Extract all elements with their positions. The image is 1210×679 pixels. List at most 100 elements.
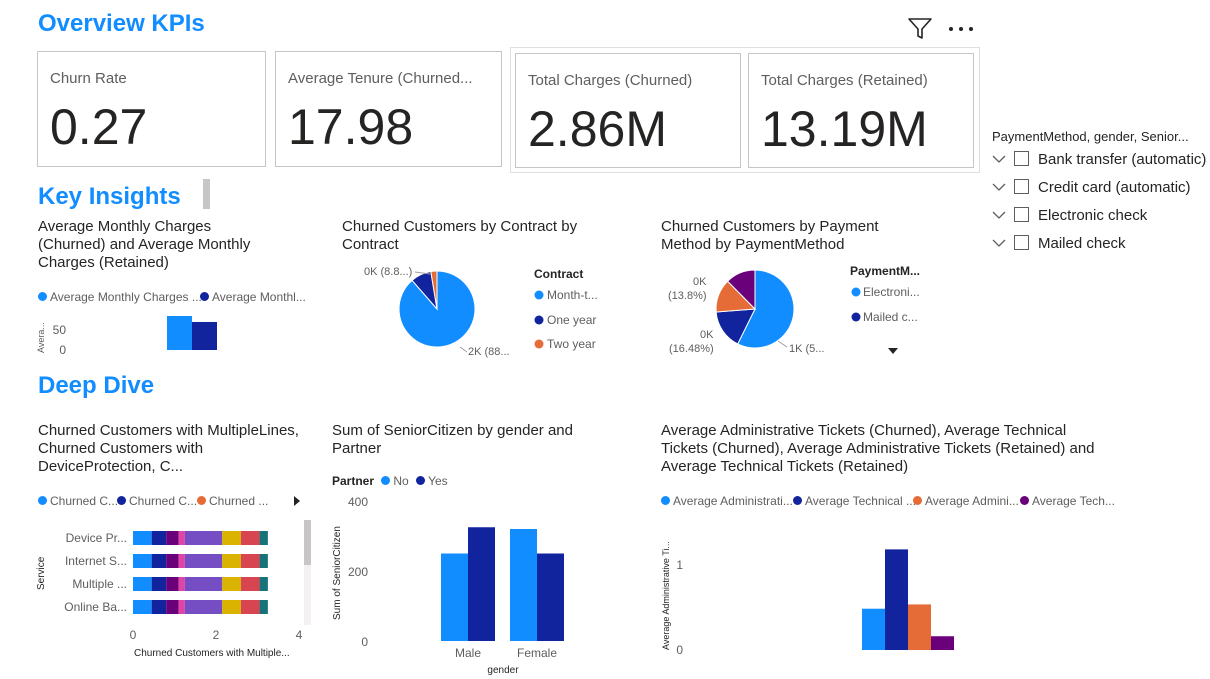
slicer-item-label: Bank transfer (automatic): [1038, 151, 1207, 168]
data-label: (16.48%): [669, 343, 714, 355]
slicer-item-label: Credit card (automatic): [1038, 179, 1191, 196]
slicer-item-bank-transfer[interactable]: Bank transfer (automatic): [992, 151, 1206, 168]
bar-segment: [133, 554, 152, 568]
bar-segment: [240, 577, 260, 591]
kpi-card-total-charges-retained[interactable]: Total Charges (Retained) 13.19M: [748, 53, 974, 168]
checkbox[interactable]: [1014, 179, 1029, 194]
x-axis-label: Churned Customers with Multiple...: [134, 648, 290, 659]
kpi-value: 0.27: [50, 99, 148, 155]
y-axis-label: Sum of SeniorCitizen: [332, 526, 343, 620]
slicer-item-electronic-check[interactable]: Electronic check: [992, 207, 1147, 224]
data-label: 1K (5...: [789, 343, 824, 355]
legend-dot: [793, 496, 802, 506]
chevron-down-icon[interactable]: [992, 181, 1010, 195]
scrollbar-thumb: [304, 520, 311, 565]
checkbox[interactable]: [1014, 151, 1029, 166]
chart-title-senior-citizen: Sum of SeniorCitizen by gender and Partn…: [332, 422, 573, 457]
bar-segment: [184, 600, 223, 614]
legend-dot: [1020, 496, 1029, 506]
data-label: 2K (88...: [468, 346, 510, 358]
slicer-item-label: Electronic check: [1038, 207, 1148, 224]
bar-segment: [240, 531, 260, 545]
legend-item: Two year: [547, 337, 596, 351]
data-label: 0K: [700, 329, 714, 341]
more-options-icon[interactable]: [946, 14, 976, 42]
legend-dot: [38, 496, 47, 506]
legend-title: PaymentM...: [850, 264, 920, 278]
kpi-card-churn-rate[interactable]: Churn Rate 0.27: [37, 51, 266, 167]
x-tick: Male: [455, 646, 481, 660]
category-label: Device Pr...: [66, 531, 127, 545]
kpi-value: 17.98: [288, 99, 414, 155]
bar-segment: [178, 554, 185, 568]
bar-series-0: [862, 608, 885, 650]
slicer-title: PaymentMethod, gender, Senior...: [992, 129, 1189, 144]
kpi-card-total-charges-churned[interactable]: Total Charges (Churned) 2.86M: [515, 53, 741, 168]
legend-item: Average Monthly Charges ...: [38, 290, 202, 304]
chart-title-payment: Churned Customers by Payment Method by P…: [661, 218, 879, 253]
bar-segment: [259, 577, 268, 591]
y-tick: 0: [361, 635, 368, 649]
x-tick: 0: [130, 628, 137, 642]
checkbox[interactable]: [1014, 207, 1029, 222]
slicer-item-mailed-check[interactable]: Mailed check: [992, 235, 1126, 252]
legend-item: Month-t...: [547, 288, 598, 302]
x-tick: 2: [213, 628, 220, 642]
legend-item: Average Admini...: [913, 494, 1019, 508]
data-label: (13.8%): [668, 290, 707, 302]
bar-segment: [151, 554, 167, 568]
bar-segment: [259, 554, 268, 568]
slicer-item-credit-card[interactable]: Credit card (automatic): [992, 179, 1191, 196]
y-tick: 1: [676, 558, 683, 572]
bar-yes-male: [468, 527, 495, 641]
bar-no-female: [510, 529, 537, 641]
bar-segment: [222, 531, 241, 545]
chart-senior-citizen: Sum of SeniorCitizen 400 200 0 Male Fema…: [332, 495, 564, 676]
bar-segment: [222, 600, 241, 614]
chart-title-contract: Churned Customers by Contract by Contrac…: [342, 218, 578, 253]
chevron-down-icon[interactable]: [992, 237, 1010, 251]
chevron-down-icon[interactable]: [992, 209, 1010, 223]
kpi-label: Average Tenure (Churned...: [288, 70, 473, 87]
chart-title-admin-tickets: Average Administrative Tickets (Churned)…: [661, 422, 1095, 475]
legend-title: Contract: [534, 267, 583, 281]
scroll-handle[interactable]: [203, 179, 210, 209]
bar-avg-monthly-retained: [192, 321, 217, 350]
legend-dot: [197, 496, 206, 506]
y-axis-label: Service: [36, 556, 47, 590]
legend-item: Average Tech...: [1020, 494, 1115, 508]
legend-dot: [661, 496, 670, 506]
chart-title-multiple-lines: Churned Customers with MultipleLines, Ch…: [38, 422, 299, 475]
kpi-label: Total Charges (Retained): [761, 72, 928, 89]
legend-item: Average Administrati...: [661, 494, 793, 508]
x-axis-label: gender: [487, 665, 519, 676]
bar-segment: [151, 577, 167, 591]
bar-segment: [166, 600, 179, 614]
bar-segment: [178, 577, 185, 591]
y-axis-label: Average Administrative Ti...: [661, 541, 671, 650]
kpi-card-average-tenure[interactable]: Average Tenure (Churned... 17.98: [275, 51, 502, 167]
bar-segment: [259, 531, 268, 545]
checkbox[interactable]: [1014, 235, 1029, 250]
bar-segment: [222, 577, 241, 591]
kpi-label: Total Charges (Churned): [528, 72, 693, 89]
legend-item: Churned C...: [38, 494, 118, 508]
category-label: Multiple ...: [72, 577, 127, 591]
chevron-down-icon[interactable]: [992, 153, 1010, 167]
legend-dot: [117, 496, 126, 506]
y-tick: 200: [348, 565, 368, 579]
bar-segment: [259, 600, 268, 614]
data-label: 0K: [693, 276, 707, 288]
slicer-item-label: Mailed check: [1038, 235, 1126, 252]
bar-segment: [151, 600, 167, 614]
bar-segment: [133, 531, 152, 545]
bar-segment: [151, 531, 167, 545]
filter-icon[interactable]: [906, 14, 934, 42]
y-tick: 400: [348, 495, 368, 509]
legend-item: Churned ...: [197, 494, 268, 508]
bar-series-1: [885, 549, 908, 650]
legend-dot: [913, 496, 922, 506]
legend-item: No: [393, 474, 409, 488]
bar-segment: [178, 600, 185, 614]
caret-right-icon[interactable]: [292, 495, 302, 507]
